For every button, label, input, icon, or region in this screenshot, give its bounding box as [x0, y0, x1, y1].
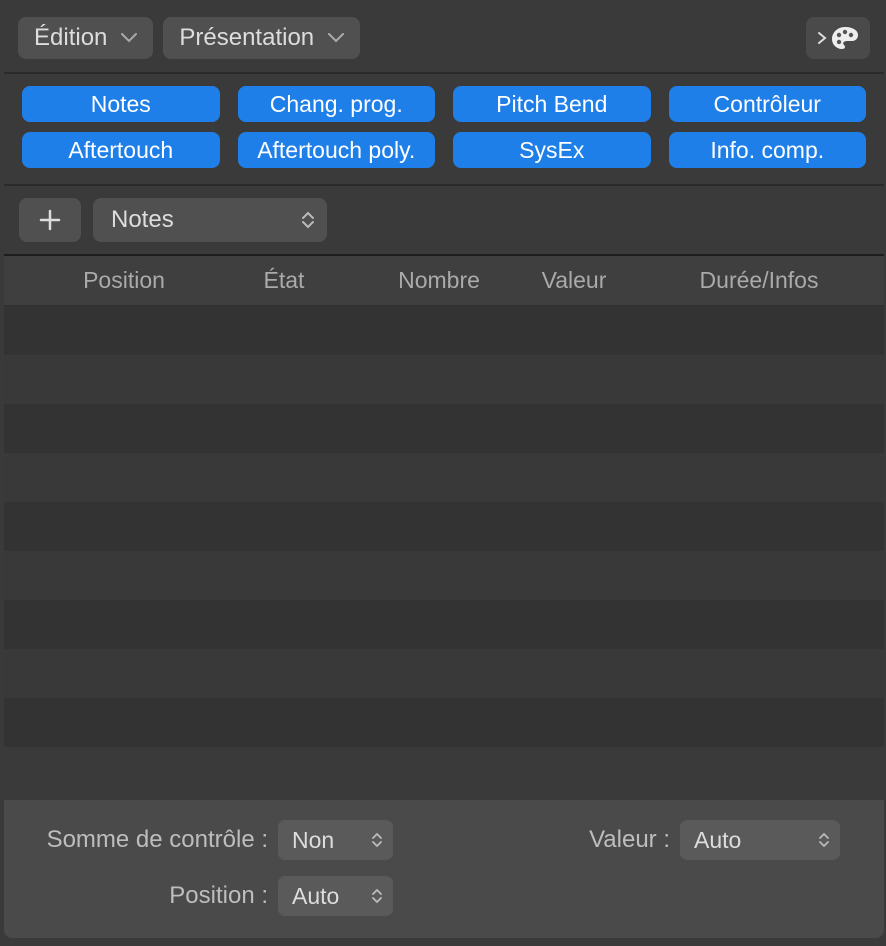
col-position[interactable]: Position: [4, 267, 204, 294]
table-row: [4, 453, 884, 502]
valeur-label: Valeur :: [570, 826, 680, 854]
filter-meta-info[interactable]: Info. comp.: [669, 132, 867, 168]
chevron-down-icon: [328, 33, 344, 43]
filter-row-1: Notes Chang. prog. Pitch Bend Contrôleur: [22, 86, 866, 122]
stepper-icon: [371, 888, 383, 904]
valeur-value: Auto: [694, 827, 741, 854]
palette-icon: [830, 25, 860, 51]
stepper-icon: [818, 832, 830, 848]
event-type-value: Notes: [111, 206, 174, 234]
filter-sysex[interactable]: SysEx: [453, 132, 651, 168]
filter-pitch-bend[interactable]: Pitch Bend: [453, 86, 651, 122]
table-row: [4, 698, 884, 747]
edit-menu[interactable]: Édition: [18, 17, 153, 59]
table-header: Position État Nombre Valeur Durée/Infos: [4, 256, 884, 306]
position-value: Auto: [292, 883, 339, 910]
table-row: [4, 600, 884, 649]
table-row: [4, 502, 884, 551]
chevron-down-icon: [121, 33, 137, 43]
stepper-icon: [371, 832, 383, 848]
filter-notes[interactable]: Notes: [22, 86, 220, 122]
table-row: [4, 649, 884, 698]
chevron-right-icon: [816, 31, 828, 45]
event-type-select[interactable]: Notes: [93, 198, 327, 242]
col-etat[interactable]: État: [204, 267, 364, 294]
edit-menu-label: Édition: [34, 24, 107, 52]
table-row: [4, 404, 884, 453]
table-row: [4, 306, 884, 355]
footer-controls: Somme de contrôle : Non Valeur : Auto Po…: [4, 800, 884, 938]
col-duree[interactable]: Durée/Infos: [634, 267, 884, 294]
event-filter-section: Notes Chang. prog. Pitch Bend Contrôleur…: [4, 74, 884, 186]
table-row: [4, 355, 884, 404]
event-list-panel: Édition Présentation Notes C: [4, 4, 884, 938]
table-body[interactable]: [4, 306, 884, 800]
col-nombre[interactable]: Nombre: [364, 267, 514, 294]
filter-aftertouch[interactable]: Aftertouch: [22, 132, 220, 168]
checksum-select[interactable]: Non: [278, 820, 393, 860]
stepper-icon: [301, 211, 315, 229]
add-event-button[interactable]: [19, 198, 81, 242]
table-row: [4, 551, 884, 600]
view-menu[interactable]: Présentation: [163, 17, 360, 59]
checksum-value: Non: [292, 827, 334, 854]
position-select[interactable]: Auto: [278, 876, 393, 916]
add-event-row: Notes: [4, 186, 884, 256]
filter-poly-aftertouch[interactable]: Aftertouch poly.: [238, 132, 436, 168]
plus-icon: [38, 208, 62, 232]
position-label: Position :: [28, 882, 278, 910]
valeur-select[interactable]: Auto: [680, 820, 840, 860]
col-valeur[interactable]: Valeur: [514, 267, 634, 294]
toolbar: Édition Présentation: [4, 4, 884, 74]
color-palette-button[interactable]: [806, 17, 870, 59]
checksum-label: Somme de contrôle :: [28, 826, 278, 854]
view-menu-label: Présentation: [179, 24, 314, 52]
filter-program-change[interactable]: Chang. prog.: [238, 86, 436, 122]
filter-row-2: Aftertouch Aftertouch poly. SysEx Info. …: [22, 132, 866, 168]
filter-controller[interactable]: Contrôleur: [669, 86, 867, 122]
